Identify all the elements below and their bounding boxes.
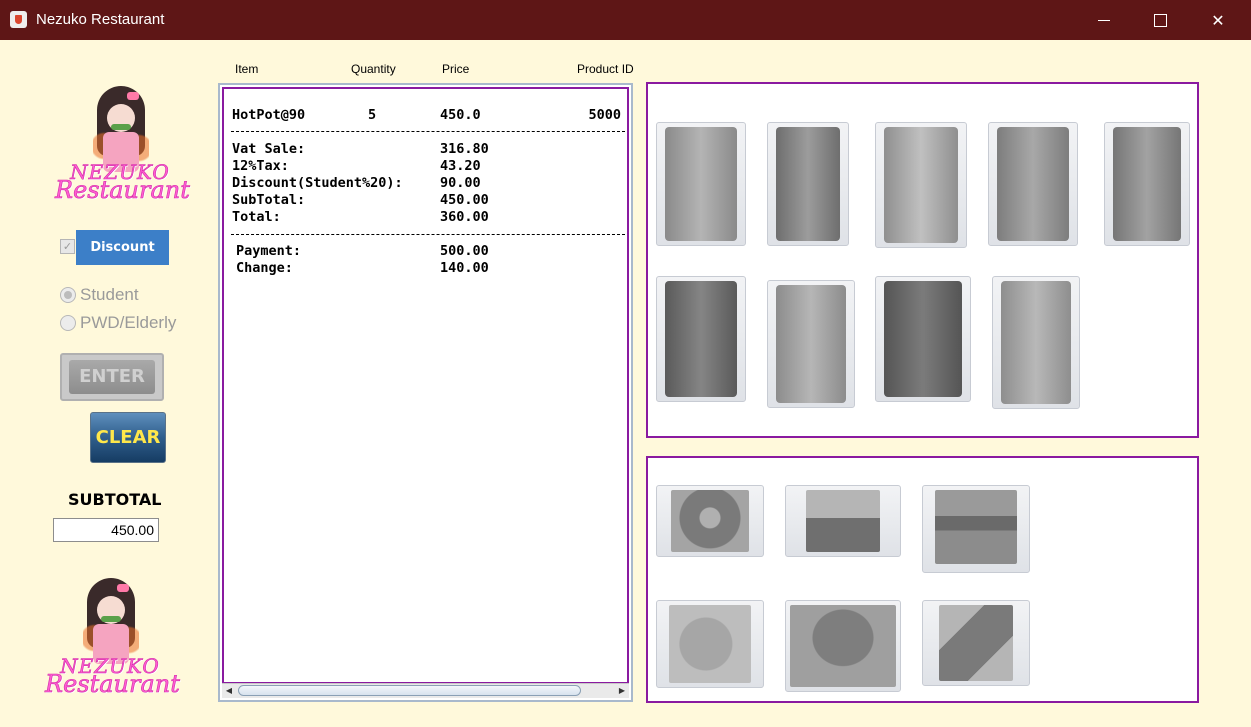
tango-can-button[interactable]: [992, 276, 1080, 409]
change-value: 140.00: [440, 260, 489, 276]
receipt-subtotal-value: 450.00: [440, 192, 489, 208]
logo-title-line2: Restaurant: [55, 176, 190, 205]
discount-checkbox[interactable]: ✓: [60, 239, 75, 254]
diet-pepsi-can-button[interactable]: [767, 280, 855, 408]
sprite-can-button[interactable]: [988, 122, 1078, 246]
window-title: Nezuko Restaurant: [36, 11, 165, 28]
total-label: Total:: [232, 209, 281, 225]
donut-button[interactable]: [656, 485, 764, 557]
discount-button[interactable]: Discount: [76, 230, 169, 265]
pepsi-black-can-image: [884, 281, 962, 397]
order-item: HotPot@90: [232, 107, 306, 123]
subtotal-label: SUBTOTAL: [68, 490, 162, 509]
total-value: 360.00: [440, 209, 489, 225]
fries-image: [806, 490, 880, 552]
pizza-button[interactable]: [656, 600, 764, 688]
discount-line-label: Discount(Student%20):: [232, 175, 403, 191]
diet-pepsi-can-image: [776, 285, 846, 403]
enter-button[interactable]: ENTER: [60, 353, 164, 401]
diet-coke-can-image: [884, 127, 958, 243]
pwd-elderly-radio[interactable]: [60, 315, 76, 331]
enter-button-label: ENTER: [69, 360, 155, 394]
7up-can-button[interactable]: [656, 122, 746, 246]
donut-image: [671, 490, 749, 552]
column-header-quantity: Quantity: [351, 62, 396, 76]
hotdog-image: [939, 605, 1013, 681]
order-quantity: 5: [368, 107, 377, 123]
fanta-can-image: [1113, 127, 1181, 241]
burger-button[interactable]: [922, 485, 1030, 573]
java-app-icon: [10, 11, 27, 28]
diet-coke-can-button[interactable]: [875, 122, 967, 248]
tax-label: 12%Tax:: [232, 158, 289, 174]
chili-bowl-image: [790, 605, 896, 687]
pepsi-black-can-button[interactable]: [875, 276, 971, 402]
close-icon: ✕: [1211, 10, 1225, 30]
order-product-id: 5000: [588, 107, 621, 123]
coca-cola-can-button[interactable]: [767, 122, 849, 246]
7up-can-image: [665, 127, 737, 241]
tango-can-image: [1001, 281, 1071, 404]
logo-top: NEZUKO Restaurant: [55, 86, 190, 206]
food-panel: [646, 456, 1199, 703]
receipt-subtotal-label: SubTotal:: [232, 192, 306, 208]
payment-value: 500.00: [440, 243, 489, 259]
fries-button[interactable]: [785, 485, 901, 557]
logo-bottom: NEZUKO Restaurant: [45, 578, 180, 699]
pepsi-can-button[interactable]: [656, 276, 746, 402]
hotdog-button[interactable]: [922, 600, 1030, 686]
minimize-icon: [1098, 19, 1110, 21]
scroll-left-icon[interactable]: ◀: [224, 686, 234, 696]
burger-image: [935, 490, 1017, 564]
horizontal-scrollbar[interactable]: ◀ ▶: [222, 683, 629, 698]
payment-label: Payment:: [236, 243, 302, 259]
scroll-right-icon[interactable]: ▶: [617, 686, 627, 696]
discount-line-value: 90.00: [440, 175, 481, 191]
vat-sale-label: Vat Sale:: [232, 141, 306, 157]
drinks-panel: [646, 82, 1199, 438]
title-bar: Nezuko Restaurant ✕: [0, 0, 1251, 40]
student-radio-label: Student: [80, 285, 139, 304]
pwd-elderly-radio-label: PWD/Elderly: [80, 313, 177, 332]
tax-value: 43.20: [440, 158, 481, 174]
chili-bowl-button[interactable]: [785, 600, 901, 692]
logo-title-line2: Restaurant: [45, 670, 180, 699]
student-radio[interactable]: [60, 287, 76, 303]
column-header-product-id: Product ID: [577, 62, 634, 76]
column-header-price: Price: [442, 62, 470, 76]
fanta-can-button[interactable]: [1104, 122, 1190, 246]
pepsi-can-image: [665, 281, 737, 397]
coca-cola-can-image: [776, 127, 840, 241]
scrollbar-thumb[interactable]: [238, 685, 581, 696]
receipt-scroll-pane[interactable]: HotPot@90 5 450.0 5000 Vat Sale: 316.80 …: [218, 83, 633, 702]
maximize-icon: [1153, 13, 1167, 27]
maximize-button[interactable]: [1132, 0, 1188, 40]
receipt-divider: [231, 131, 625, 132]
subtotal-field[interactable]: [53, 518, 159, 542]
close-button[interactable]: ✕: [1190, 0, 1246, 40]
column-header-item: Item: [235, 62, 259, 76]
vat-sale-value: 316.80: [440, 141, 489, 157]
change-label: Change:: [236, 260, 293, 276]
minimize-button[interactable]: [1076, 0, 1132, 40]
clear-button[interactable]: CLEAR: [90, 412, 166, 463]
receipt-text-area[interactable]: HotPot@90 5 450.0 5000 Vat Sale: 316.80 …: [222, 87, 629, 684]
receipt-divider: [231, 234, 625, 235]
pizza-image: [669, 605, 751, 683]
order-price: 450.0: [440, 107, 481, 123]
sprite-can-image: [997, 127, 1069, 241]
